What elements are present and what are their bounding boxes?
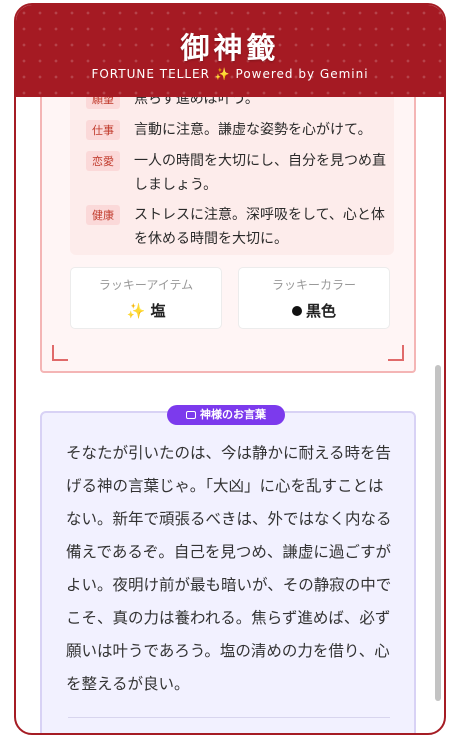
- fortune-card: 願望 焦らず進めば叶う。 仕事 言動に注意。謙虚な姿勢を心がけて。 恋愛 一人の…: [40, 97, 416, 373]
- robot-icon: [186, 411, 196, 419]
- lucky-item-value: 塩: [150, 302, 166, 320]
- app-subtitle: FORTUNE TELLER ✨ Powered by Gemini: [91, 67, 369, 81]
- sparkle-icon: ✨: [126, 302, 146, 320]
- lucky-item-card: ラッキーアイテム ✨ 塩: [70, 267, 222, 329]
- category-tag: 健康: [86, 205, 120, 225]
- color-swatch-icon: [291, 306, 302, 316]
- content-scroll-area[interactable]: 願望 焦らず進めば叶う。 仕事 言動に注意。謙虚な姿勢を心がけて。 恋愛 一人の…: [16, 97, 444, 733]
- lucky-color-value: 黒色: [305, 302, 336, 320]
- fortune-text: 一人の時間を大切にし、自分を見つめ直しましょう。: [134, 153, 386, 193]
- category-tag: 恋愛: [86, 151, 120, 171]
- lucky-color-value-row: 黒色: [239, 300, 389, 321]
- corner-ornament: [388, 345, 404, 361]
- app-frame: 御神籤 FORTUNE TELLER ✨ Powered by Gemini 願…: [14, 3, 446, 735]
- fortune-text: ストレスに注意。深呼吸をして、心と体を休める時間を大切に。: [134, 207, 385, 247]
- badge-label: 神様のお言葉: [200, 408, 266, 421]
- scrollbar-thumb[interactable]: [435, 365, 441, 701]
- fortune-text: 言動に注意。謙虚な姿勢を心がけて。: [134, 122, 372, 138]
- lucky-color-card: ラッキーカラー 黒色: [238, 267, 390, 329]
- fortune-details: 願望 焦らず進めば叶う。 仕事 言動に注意。謙虚な姿勢を心がけて。 恋愛 一人の…: [70, 97, 394, 255]
- corner-ornament: [52, 345, 68, 361]
- divider: [68, 717, 390, 718]
- lucky-item-value-row: ✨ 塩: [71, 300, 221, 321]
- lucky-color-label: ラッキーカラー: [271, 278, 356, 292]
- category-tag: 願望: [86, 97, 120, 109]
- fortune-text: 焦らず進めば叶う。: [134, 97, 259, 107]
- god-words-badge: 神様のお言葉: [167, 405, 285, 425]
- god-words-message: そなたが引いたのは、今は静かに耐える時を告げる神の言葉じゃ。「大凶」に心を乱すこ…: [66, 444, 392, 693]
- app-title: 御神籤: [180, 31, 280, 65]
- app-header: 御神籤 FORTUNE TELLER ✨ Powered by Gemini: [16, 5, 444, 97]
- lucky-item-label: ラッキーアイテム: [98, 278, 194, 292]
- category-tag: 仕事: [86, 120, 120, 140]
